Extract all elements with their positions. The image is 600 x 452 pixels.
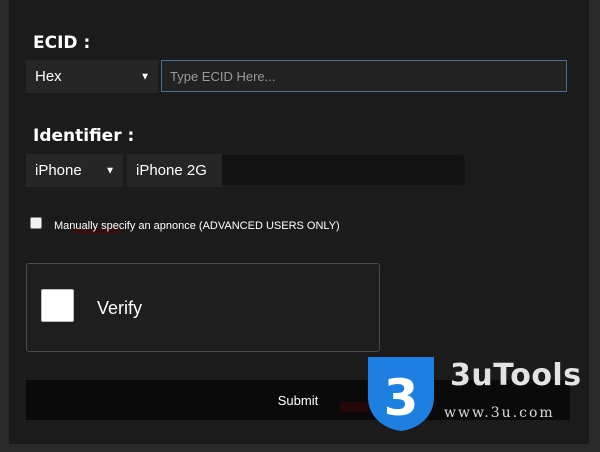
- identifier-label: Identifier :: [33, 126, 135, 146]
- smudge-identifier: [205, 155, 465, 185]
- device-type-select[interactable]: iPhone ▼: [26, 154, 123, 187]
- apnonce-label[interactable]: Manually specify an apnonce (ADVANCED US…: [54, 220, 340, 232]
- 3utools-logo-icon: 3: [368, 357, 434, 431]
- ecid-input[interactable]: [161, 60, 567, 92]
- chevron-down-icon: ▼: [105, 165, 115, 176]
- apnonce-checkbox[interactable]: [30, 217, 42, 229]
- captcha-widget: Verify: [26, 263, 380, 352]
- device-model-value: iPhone 2G: [136, 162, 207, 179]
- logo-glyph: 3: [384, 369, 419, 427]
- watermark-brand: 3uTools: [450, 358, 582, 393]
- ecid-format-select[interactable]: Hex ▼: [26, 60, 158, 93]
- chevron-down-icon: ▼: [140, 71, 150, 82]
- verify-checkbox[interactable]: [41, 289, 74, 322]
- device-type-value: iPhone: [35, 162, 82, 179]
- verify-label: Verify: [97, 298, 143, 318]
- watermark-url: www.3u.com: [444, 405, 555, 421]
- device-model-select[interactable]: iPhone 2G: [127, 154, 222, 187]
- ecid-format-value: Hex: [35, 68, 62, 85]
- ecid-label: ECID :: [33, 33, 91, 53]
